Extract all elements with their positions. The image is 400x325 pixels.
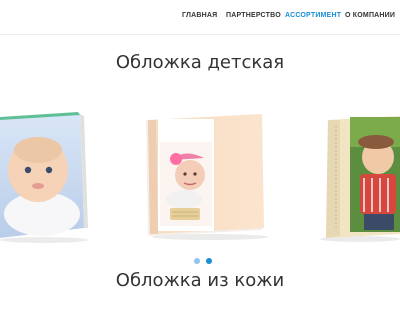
carousel-slide-2[interactable] — [138, 112, 268, 242]
carousel-slide-3[interactable] — [320, 112, 400, 244]
baby-cover-image — [0, 112, 88, 243]
top-nav: ГЛАВНАЯ ПАРТНЕРСТВО АССОРТИМЕНТ О КОМПАН… — [0, 0, 400, 35]
carousel-dot-2[interactable] — [206, 258, 212, 264]
section-title-kids-cover: Обложка детская — [115, 52, 285, 73]
nav-item-partnership[interactable]: ПАРТНЕРСТВО — [226, 12, 281, 19]
carousel-slide-1[interactable] — [0, 110, 90, 245]
section-title-leather-cover: Обложка из кожи — [115, 270, 285, 291]
nav-item-home[interactable]: ГЛАВНАЯ — [182, 12, 217, 19]
boy-cover-image — [320, 116, 400, 242]
nav-item-assortment[interactable]: АССОРТИМЕНТ — [285, 12, 341, 19]
pink-baby-cover-image — [146, 114, 268, 240]
carousel-dot-1[interactable] — [194, 258, 200, 264]
nav-item-about[interactable]: О КОМПАНИИ — [345, 12, 395, 19]
